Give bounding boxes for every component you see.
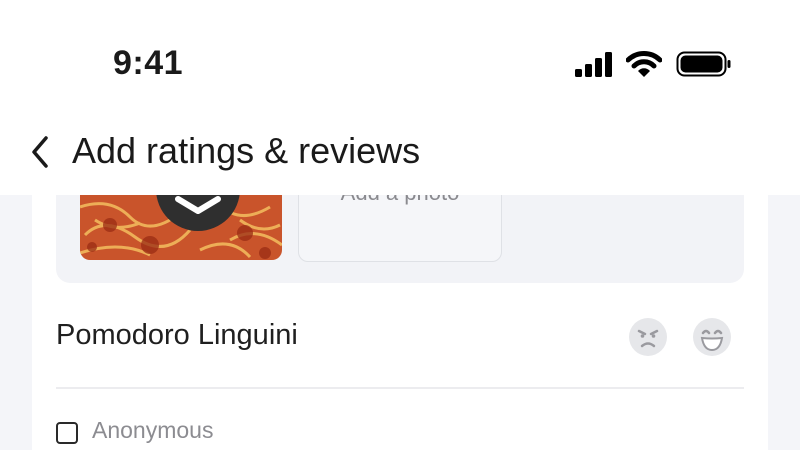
dish-name: Pomodoro Linguini <box>56 319 298 351</box>
anonymous-checkbox[interactable] <box>56 422 78 444</box>
add-photo-label: Add a photo <box>299 195 501 206</box>
add-photo-button[interactable]: Add a photo <box>298 195 502 262</box>
chevron-left-icon <box>32 136 48 168</box>
divider <box>56 387 744 389</box>
laughing-face-icon[interactable] <box>692 317 732 357</box>
wifi-icon <box>626 51 662 77</box>
angry-face-icon[interactable] <box>628 317 668 357</box>
signal-icon <box>575 52 612 77</box>
status-time: 9:41 <box>113 44 184 82</box>
review-card: Add a photo Pomodoro Linguini Anonymous <box>32 195 768 450</box>
anonymous-label: Anonymous <box>92 417 214 443</box>
photo-section: Add a photo <box>56 195 744 283</box>
nav-header: Add ratings & reviews <box>0 100 800 195</box>
back-button[interactable] <box>26 132 56 172</box>
status-bar: 9:41 <box>0 0 800 100</box>
page-title: Add ratings & reviews <box>72 130 421 171</box>
dish-photo[interactable] <box>80 195 282 260</box>
battery-icon <box>676 51 731 77</box>
